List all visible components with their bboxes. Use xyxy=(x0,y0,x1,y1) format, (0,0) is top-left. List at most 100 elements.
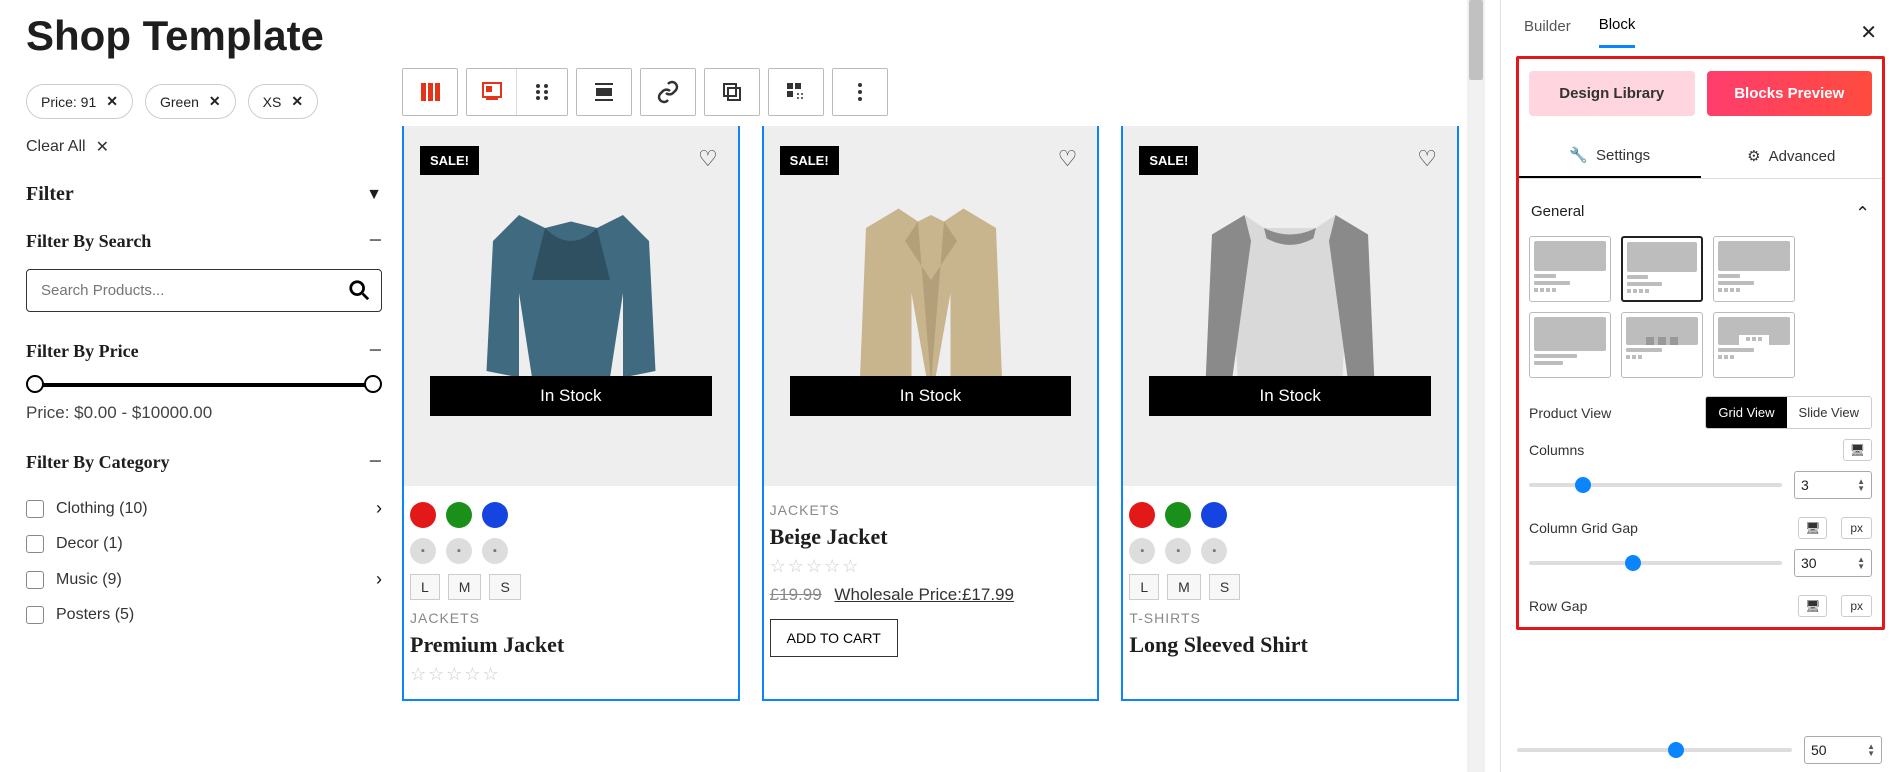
columns-slider[interactable] xyxy=(1529,483,1782,487)
collapse-icon[interactable]: − xyxy=(368,449,382,476)
price-handle-min[interactable] xyxy=(26,375,44,393)
wishlist-heart-icon[interactable]: ♡ xyxy=(698,146,718,172)
drag-handle-button[interactable] xyxy=(517,69,567,115)
tab-advanced[interactable]: ⚙Advanced xyxy=(1701,134,1883,178)
category-label: Clothing (10) xyxy=(56,500,148,518)
category-checkbox[interactable] xyxy=(26,500,44,518)
row-gap-slider[interactable] xyxy=(1517,748,1792,752)
design-library-button[interactable]: Design Library xyxy=(1529,71,1695,116)
preset-option[interactable] xyxy=(1713,312,1795,378)
preset-option[interactable] xyxy=(1529,312,1611,378)
chip-price[interactable]: Price: 91✕ xyxy=(26,84,133,119)
collapse-icon[interactable]: − xyxy=(368,228,382,255)
category-checkbox[interactable] xyxy=(26,535,44,553)
filter-icon[interactable]: ▼ xyxy=(366,186,382,204)
grid-options-button[interactable] xyxy=(769,69,823,115)
product-view-toggle[interactable]: Grid View Slide View xyxy=(1705,396,1872,429)
desktop-icon[interactable]: 🖥 xyxy=(1843,439,1872,461)
clear-all-button[interactable]: Clear All✕ xyxy=(26,137,382,157)
swatch-red[interactable] xyxy=(1129,502,1155,528)
chip-label: Green xyxy=(160,94,199,110)
price-slider[interactable] xyxy=(34,383,374,387)
tab-settings[interactable]: 🔧Settings xyxy=(1519,134,1701,178)
thumb[interactable]: ▪ xyxy=(1201,538,1227,564)
tab-builder[interactable]: Builder xyxy=(1524,18,1571,47)
accordion-general[interactable]: General ⌄ xyxy=(1529,193,1872,236)
link-button[interactable] xyxy=(641,69,695,115)
unit-selector[interactable]: px xyxy=(1841,517,1872,539)
chevron-right-icon[interactable]: › xyxy=(376,569,382,590)
product-card[interactable]: SALE! ♡ In Stock ▪ ▪ xyxy=(402,126,740,701)
category-item-music[interactable]: Music (9)› xyxy=(26,561,382,598)
size-option[interactable]: M xyxy=(448,574,482,600)
swatch-blue[interactable] xyxy=(1201,502,1227,528)
size-option[interactable]: S xyxy=(489,574,520,600)
scrollbar-track[interactable] xyxy=(1467,0,1485,772)
thumb[interactable]: ▪ xyxy=(1165,538,1191,564)
product-card[interactable]: SALE! ♡ In Stock ▪ ▪ xyxy=(1121,126,1459,701)
product-title[interactable]: Beige Jacket xyxy=(770,524,1092,550)
preset-option[interactable] xyxy=(1529,236,1611,302)
size-option[interactable]: L xyxy=(410,574,440,600)
desktop-icon[interactable]: 🖥 xyxy=(1798,595,1827,617)
price-handle-max[interactable] xyxy=(364,375,382,393)
preset-option[interactable] xyxy=(1621,312,1703,378)
desktop-icon[interactable]: 🖥 xyxy=(1798,517,1827,539)
thumb[interactable]: ▪ xyxy=(446,538,472,564)
wishlist-heart-icon[interactable]: ♡ xyxy=(1058,146,1078,172)
product-title[interactable]: Long Sleeved Shirt xyxy=(1129,632,1451,658)
swatch-green[interactable] xyxy=(446,502,472,528)
product-card[interactable]: SALE! ♡ In Stock JACKETS Beige Jacket ☆☆… xyxy=(762,126,1100,701)
search-icon[interactable] xyxy=(348,279,370,307)
category-item-clothing[interactable]: Clothing (10) › xyxy=(26,490,382,527)
slide-view-option[interactable]: Slide View xyxy=(1787,397,1871,428)
collapse-icon[interactable]: − xyxy=(368,338,382,365)
size-option[interactable]: S xyxy=(1209,574,1240,600)
preset-option[interactable] xyxy=(1621,236,1703,302)
spinner-icon[interactable]: ▲▼ xyxy=(1857,478,1865,492)
align-button[interactable] xyxy=(577,69,631,115)
size-option[interactable]: L xyxy=(1129,574,1159,600)
wishlist-heart-icon[interactable]: ♡ xyxy=(1417,146,1437,172)
grid-view-option[interactable]: Grid View xyxy=(1706,397,1786,428)
category-checkbox[interactable] xyxy=(26,606,44,624)
tab-label: Advanced xyxy=(1769,148,1836,165)
product-title[interactable]: Premium Jacket xyxy=(410,632,732,658)
columns-layout-button[interactable] xyxy=(403,69,457,115)
scrollbar-thumb[interactable] xyxy=(1469,0,1483,80)
blocks-preview-button[interactable]: Blocks Preview xyxy=(1707,71,1873,116)
more-options-button[interactable] xyxy=(833,69,887,115)
thumb[interactable]: ▪ xyxy=(410,538,436,564)
swatch-blue[interactable] xyxy=(482,502,508,528)
block-type-button[interactable] xyxy=(467,69,517,115)
thumb[interactable]: ▪ xyxy=(1129,538,1155,564)
swatch-red[interactable] xyxy=(410,502,436,528)
chip-label: XS xyxy=(263,94,282,110)
chip-close-icon[interactable]: ✕ xyxy=(106,93,118,110)
category-item-posters[interactable]: Posters (5) xyxy=(26,598,382,632)
columns-input[interactable]: 3▲▼ xyxy=(1794,471,1872,499)
image-thumbnails: ▪ ▪ ▪ xyxy=(410,538,732,564)
thumb[interactable]: ▪ xyxy=(482,538,508,564)
preset-option[interactable] xyxy=(1713,236,1795,302)
add-to-cart-button[interactable]: ADD TO CART xyxy=(770,619,898,657)
search-input[interactable] xyxy=(26,269,382,312)
chip-close-icon[interactable]: ✕ xyxy=(291,93,303,110)
col-gap-slider[interactable] xyxy=(1529,561,1782,565)
chip-close-icon[interactable]: ✕ xyxy=(209,93,221,110)
size-option[interactable]: M xyxy=(1167,574,1201,600)
panel-close-icon[interactable]: ✕ xyxy=(1860,20,1877,45)
spinner-icon[interactable]: ▲▼ xyxy=(1867,743,1875,757)
category-item-decor[interactable]: Decor (1) xyxy=(26,527,382,561)
category-checkbox[interactable] xyxy=(26,571,44,589)
swatch-green[interactable] xyxy=(1165,502,1191,528)
duplicate-button[interactable] xyxy=(705,69,759,115)
spinner-icon[interactable]: ▲▼ xyxy=(1857,556,1865,570)
col-gap-input[interactable]: 30▲▼ xyxy=(1794,549,1872,577)
unit-selector[interactable]: px xyxy=(1841,595,1872,617)
chevron-right-icon[interactable]: › xyxy=(376,498,382,519)
row-gap-input[interactable]: 50▲▼ xyxy=(1804,736,1882,764)
chip-xs[interactable]: XS ✕ xyxy=(248,84,318,119)
chip-green[interactable]: Green ✕ xyxy=(145,84,236,119)
tab-block[interactable]: Block xyxy=(1599,16,1636,48)
